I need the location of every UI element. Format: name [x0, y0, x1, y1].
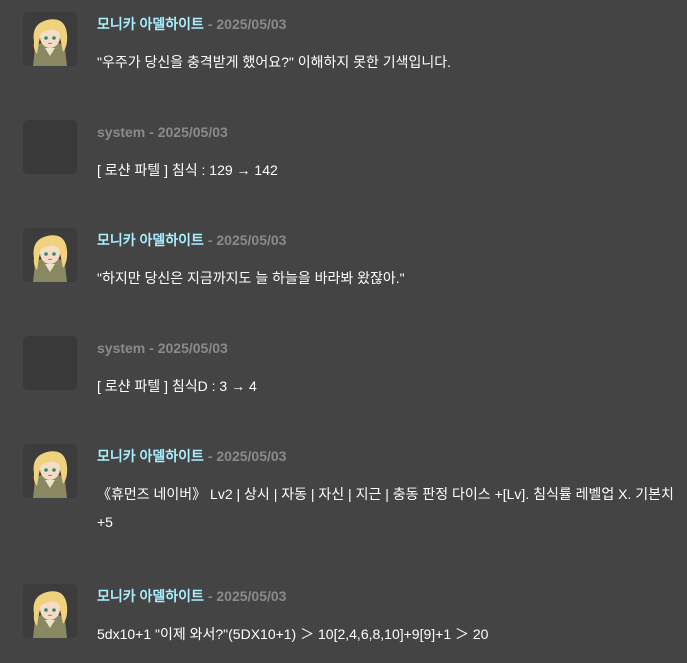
- message-text: 《휴먼즈 네이버》 Lv2 | 상시 | 자동 | 자신 | 지근 | 충동 판…: [97, 486, 674, 530]
- header-separator: -: [203, 232, 217, 248]
- message-text: "우주가 당신을 충격받게 했어요?" 이해하지 못한 기색입니다.: [97, 54, 452, 70]
- message-header: 모니카 아델하이트 - 2025/05/03: [97, 231, 286, 249]
- header-separator: -: [145, 340, 158, 356]
- avatar[interactable]: [23, 444, 77, 498]
- header-separator: -: [145, 124, 158, 140]
- message-header: 모니카 아델하이트 - 2025/05/03: [97, 15, 286, 33]
- message-text: "하지만 당신은 지금까지도 늘 하늘을 바라봐 왔잖아.": [97, 270, 405, 286]
- message-text: [ 로샨 파텔 ] 침식 : 129 → 142: [97, 162, 278, 178]
- message-date: 2025/05/03: [216, 448, 287, 464]
- author-name: 모니카 아델하이트: [97, 16, 204, 32]
- message-text: 5dx10+1 "이제 와서?"(5DX10+1) ＞ 10[2,4,6,8,1…: [97, 626, 489, 642]
- message-header: 모니카 아델하이트 - 2025/05/03: [97, 447, 286, 465]
- author-name: system: [97, 124, 146, 140]
- avatar-placeholder: [23, 336, 77, 390]
- message-text: [ 로샨 파텔 ] 침식D : 3 → 4: [97, 378, 257, 394]
- message-date: 2025/05/03: [216, 16, 287, 32]
- header-separator: -: [203, 588, 217, 604]
- message-header: system - 2025/05/03: [97, 123, 228, 141]
- avatar[interactable]: [23, 12, 77, 66]
- message-header: 모니카 아델하이트 - 2025/05/03: [97, 587, 286, 605]
- header-separator: -: [203, 448, 217, 464]
- author-name: 모니카 아델하이트: [97, 588, 204, 604]
- header-separator: -: [203, 16, 217, 32]
- avatar-placeholder: [23, 120, 77, 174]
- message-date: 2025/05/03: [216, 232, 287, 248]
- author-name: 모니카 아델하이트: [97, 448, 204, 464]
- avatar[interactable]: [23, 584, 77, 638]
- avatar[interactable]: [23, 228, 77, 282]
- chat-log: 모니카 아델하이트 - 2025/05/03 "우주가 당신을 충격받게 했어요…: [0, 0, 687, 663]
- message-header: system - 2025/05/03: [97, 339, 228, 357]
- author-name: 모니카 아델하이트: [97, 232, 204, 248]
- message-date: 2025/05/03: [216, 588, 287, 604]
- message-date: 2025/05/03: [157, 124, 228, 140]
- author-name: system: [97, 340, 146, 356]
- message-date: 2025/05/03: [157, 340, 228, 356]
